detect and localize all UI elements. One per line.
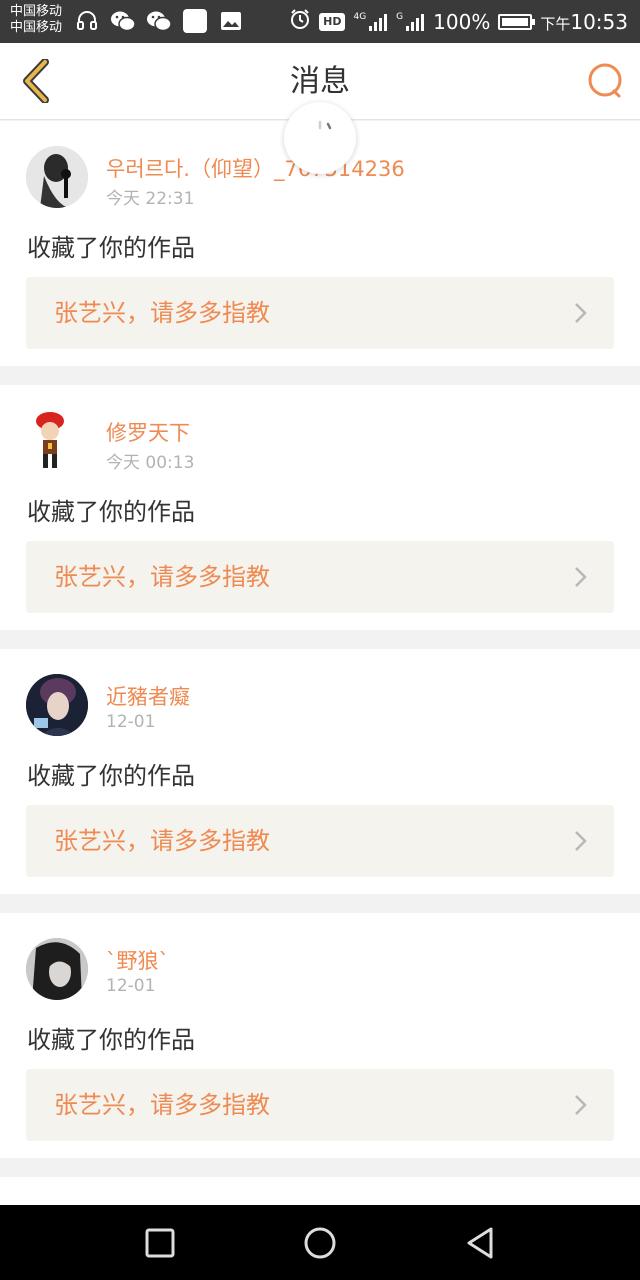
network-g-label: G xyxy=(396,11,404,22)
timestamp: 12-01 xyxy=(106,976,156,996)
triangle-back-icon xyxy=(467,1227,493,1259)
timestamp: 今天 00:13 xyxy=(106,453,195,473)
back-button[interactable] xyxy=(10,55,60,107)
system-status: HD 4G G 100% 下午10:53 xyxy=(289,0,628,43)
username[interactable]: 우러르다.（仰望）_767514236 xyxy=(106,153,405,183)
message-card: 近豬者癡 12-01 收藏了你的作品 张艺兴，请多多指教 xyxy=(0,649,640,894)
wechat-icon-2 xyxy=(146,8,172,34)
clock-time: 10:53 xyxy=(570,9,628,34)
avatar[interactable] xyxy=(26,674,88,736)
carrier-labels: 中国移动 中国移动 xyxy=(10,4,62,36)
hd-badge: HD xyxy=(319,12,346,31)
action-text: 收藏了你的作品 xyxy=(27,762,195,790)
chevron-right-icon xyxy=(575,567,587,587)
work-link[interactable]: 张艺兴，请多多指教 xyxy=(26,541,614,613)
loading-spinner xyxy=(284,102,356,174)
circle-icon xyxy=(304,1227,336,1259)
work-title: 张艺兴，请多多指教 xyxy=(54,1091,270,1119)
action-text: 收藏了你的作品 xyxy=(27,498,195,526)
chevron-right-icon xyxy=(575,1095,587,1115)
alarm-icon xyxy=(289,8,311,35)
chevron-left-icon xyxy=(23,59,49,103)
avatar[interactable] xyxy=(26,938,88,1000)
work-title: 张艺兴，请多多指教 xyxy=(54,827,270,855)
signal-g-icon: G xyxy=(396,12,425,32)
work-link[interactable]: 张艺兴，请多多指教 xyxy=(26,1069,614,1141)
work-title: 张艺兴，请多多指教 xyxy=(54,299,270,327)
work-link[interactable]: 张艺兴，请多多指教 xyxy=(26,277,614,349)
image-icon xyxy=(218,8,244,34)
square-icon xyxy=(145,1228,175,1258)
battery-percent: 100% xyxy=(433,9,491,34)
app-notification-icon xyxy=(182,8,208,34)
refresh-icon xyxy=(318,120,332,130)
battery-icon xyxy=(498,13,536,30)
search-icon xyxy=(588,63,622,98)
action-text: 收藏了你的作品 xyxy=(27,234,195,262)
message-card: `野狼` 12-01 收藏了你的作品 张艺兴，请多多指教 xyxy=(0,913,640,1158)
wechat-icon xyxy=(110,8,136,34)
work-link[interactable]: 张艺兴，请多多指教 xyxy=(26,805,614,877)
recent-apps-button[interactable] xyxy=(140,1223,180,1263)
chevron-right-icon xyxy=(575,303,587,323)
screen: 中国移动 中国移动 HD 4G G 100% 下午10:53 消息 우러르다.（… xyxy=(0,0,640,1280)
notification-icons xyxy=(74,8,244,34)
system-navigation-bar xyxy=(0,1205,640,1280)
clock: 下午10:53 xyxy=(540,10,628,34)
username[interactable]: `野狼` xyxy=(106,945,169,975)
carrier-1: 中国移动 xyxy=(10,4,63,19)
clock-ampm: 下午 xyxy=(540,14,571,33)
status-bar: 中国移动 中国移动 HD 4G G 100% 下午10:53 xyxy=(0,0,640,43)
search-button[interactable] xyxy=(582,57,630,105)
avatar[interactable] xyxy=(26,409,88,471)
username[interactable]: 近豬者癡 xyxy=(106,681,190,711)
chevron-right-icon xyxy=(575,831,587,851)
back-nav-button[interactable] xyxy=(460,1223,500,1263)
timestamp: 12-01 xyxy=(106,712,156,732)
network-4g-label: 4G xyxy=(353,11,367,22)
timestamp: 今天 22:31 xyxy=(106,189,195,209)
message-card-partial xyxy=(0,1177,640,1205)
action-text: 收藏了你的作品 xyxy=(27,1026,195,1054)
carrier-2: 中国移动 xyxy=(10,20,63,35)
message-list: 우러르다.（仰望）_767514236 今天 22:31 收藏了你的作品 张艺兴… xyxy=(0,121,640,1205)
work-title: 张艺兴，请多多指教 xyxy=(54,563,270,591)
signal-4g-icon: 4G xyxy=(353,12,388,32)
username[interactable]: 修罗天下 xyxy=(106,417,190,447)
headset-icon xyxy=(74,8,100,34)
message-card: 修罗天下 今天 00:13 收藏了你的作品 张艺兴，请多多指教 xyxy=(0,385,640,630)
avatar[interactable] xyxy=(26,146,88,208)
home-button[interactable] xyxy=(300,1223,340,1263)
